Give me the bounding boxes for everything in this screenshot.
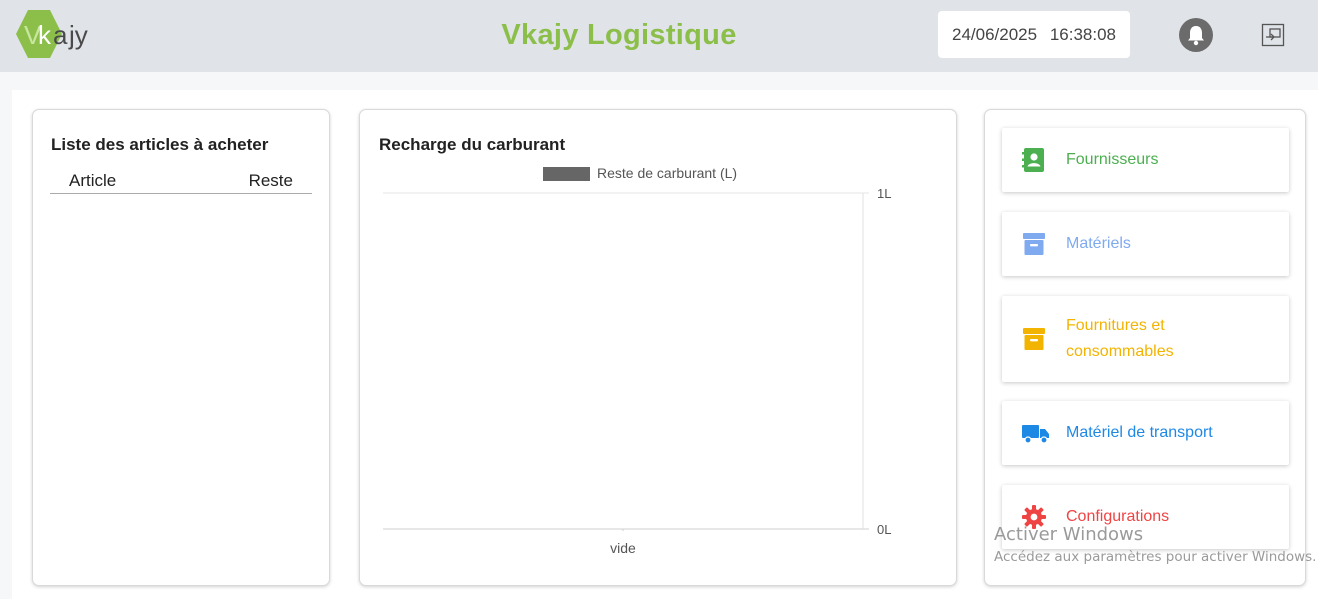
- nav-item-fournitures-consommables[interactable]: Fournitures et consommables: [1002, 296, 1289, 382]
- nav-label-materiel-transport: Matériel de transport: [1066, 424, 1213, 441]
- archive-box-icon: [1023, 233, 1045, 255]
- nav-item-materiels[interactable]: Matériels: [1002, 212, 1289, 276]
- nav-label-fournitures-consommables: Fournitures et consommables: [1066, 317, 1174, 360]
- archive-box-icon: [1023, 328, 1045, 350]
- date-time-display: 24/06/2025 16:38:08: [938, 11, 1130, 58]
- logout-icon[interactable]: [1261, 23, 1285, 47]
- column-header-reste: Reste: [248, 171, 293, 190]
- nav-item-fournisseurs[interactable]: Fournisseurs: [1002, 128, 1289, 192]
- navigation-card: Fournisseurs Matériels Fournitures et co…: [984, 109, 1306, 586]
- truck-icon: [1022, 425, 1049, 444]
- contact-book-icon: [1022, 148, 1044, 172]
- column-header-article: Article: [69, 171, 117, 190]
- y-tick-label: 0L: [877, 522, 891, 537]
- legend-swatch: [543, 167, 590, 181]
- y-tick-label: 1L: [877, 186, 891, 201]
- articles-to-buy-card: Liste des articles à acheter Article Res…: [32, 109, 330, 586]
- nav-label-materiels: Matériels: [1066, 235, 1131, 252]
- articles-card-title: Liste des articles à acheter: [51, 135, 269, 154]
- x-tick-label: vide: [610, 540, 636, 556]
- nav-label-fournisseurs: Fournisseurs: [1066, 151, 1159, 168]
- current-date: 24/06/2025: [951, 25, 1038, 44]
- fuel-chart: Reste de carburant (L) 1L 0L vide: [383, 165, 891, 556]
- windows-activation-watermark: Activer Windows Accédez aux paramètres p…: [994, 524, 1316, 565]
- top-bar: V k a jy Vkajy Logistique 24/06/2025 16:…: [0, 0, 1318, 72]
- notification-bell-icon[interactable]: [1178, 17, 1214, 53]
- legend-label: Reste de carburant (L): [597, 165, 737, 181]
- articles-table-header: Article Reste: [50, 171, 312, 194]
- nav-item-materiel-transport[interactable]: Matériel de transport: [1002, 401, 1289, 465]
- watermark-subtitle: Accédez aux paramètres pour activer Wind…: [994, 549, 1317, 565]
- fuel-chart-card: Recharge du carburant Reste de carburant…: [359, 109, 957, 586]
- current-time: 16:38:08: [1049, 25, 1116, 44]
- watermark-title: Activer Windows: [994, 524, 1144, 545]
